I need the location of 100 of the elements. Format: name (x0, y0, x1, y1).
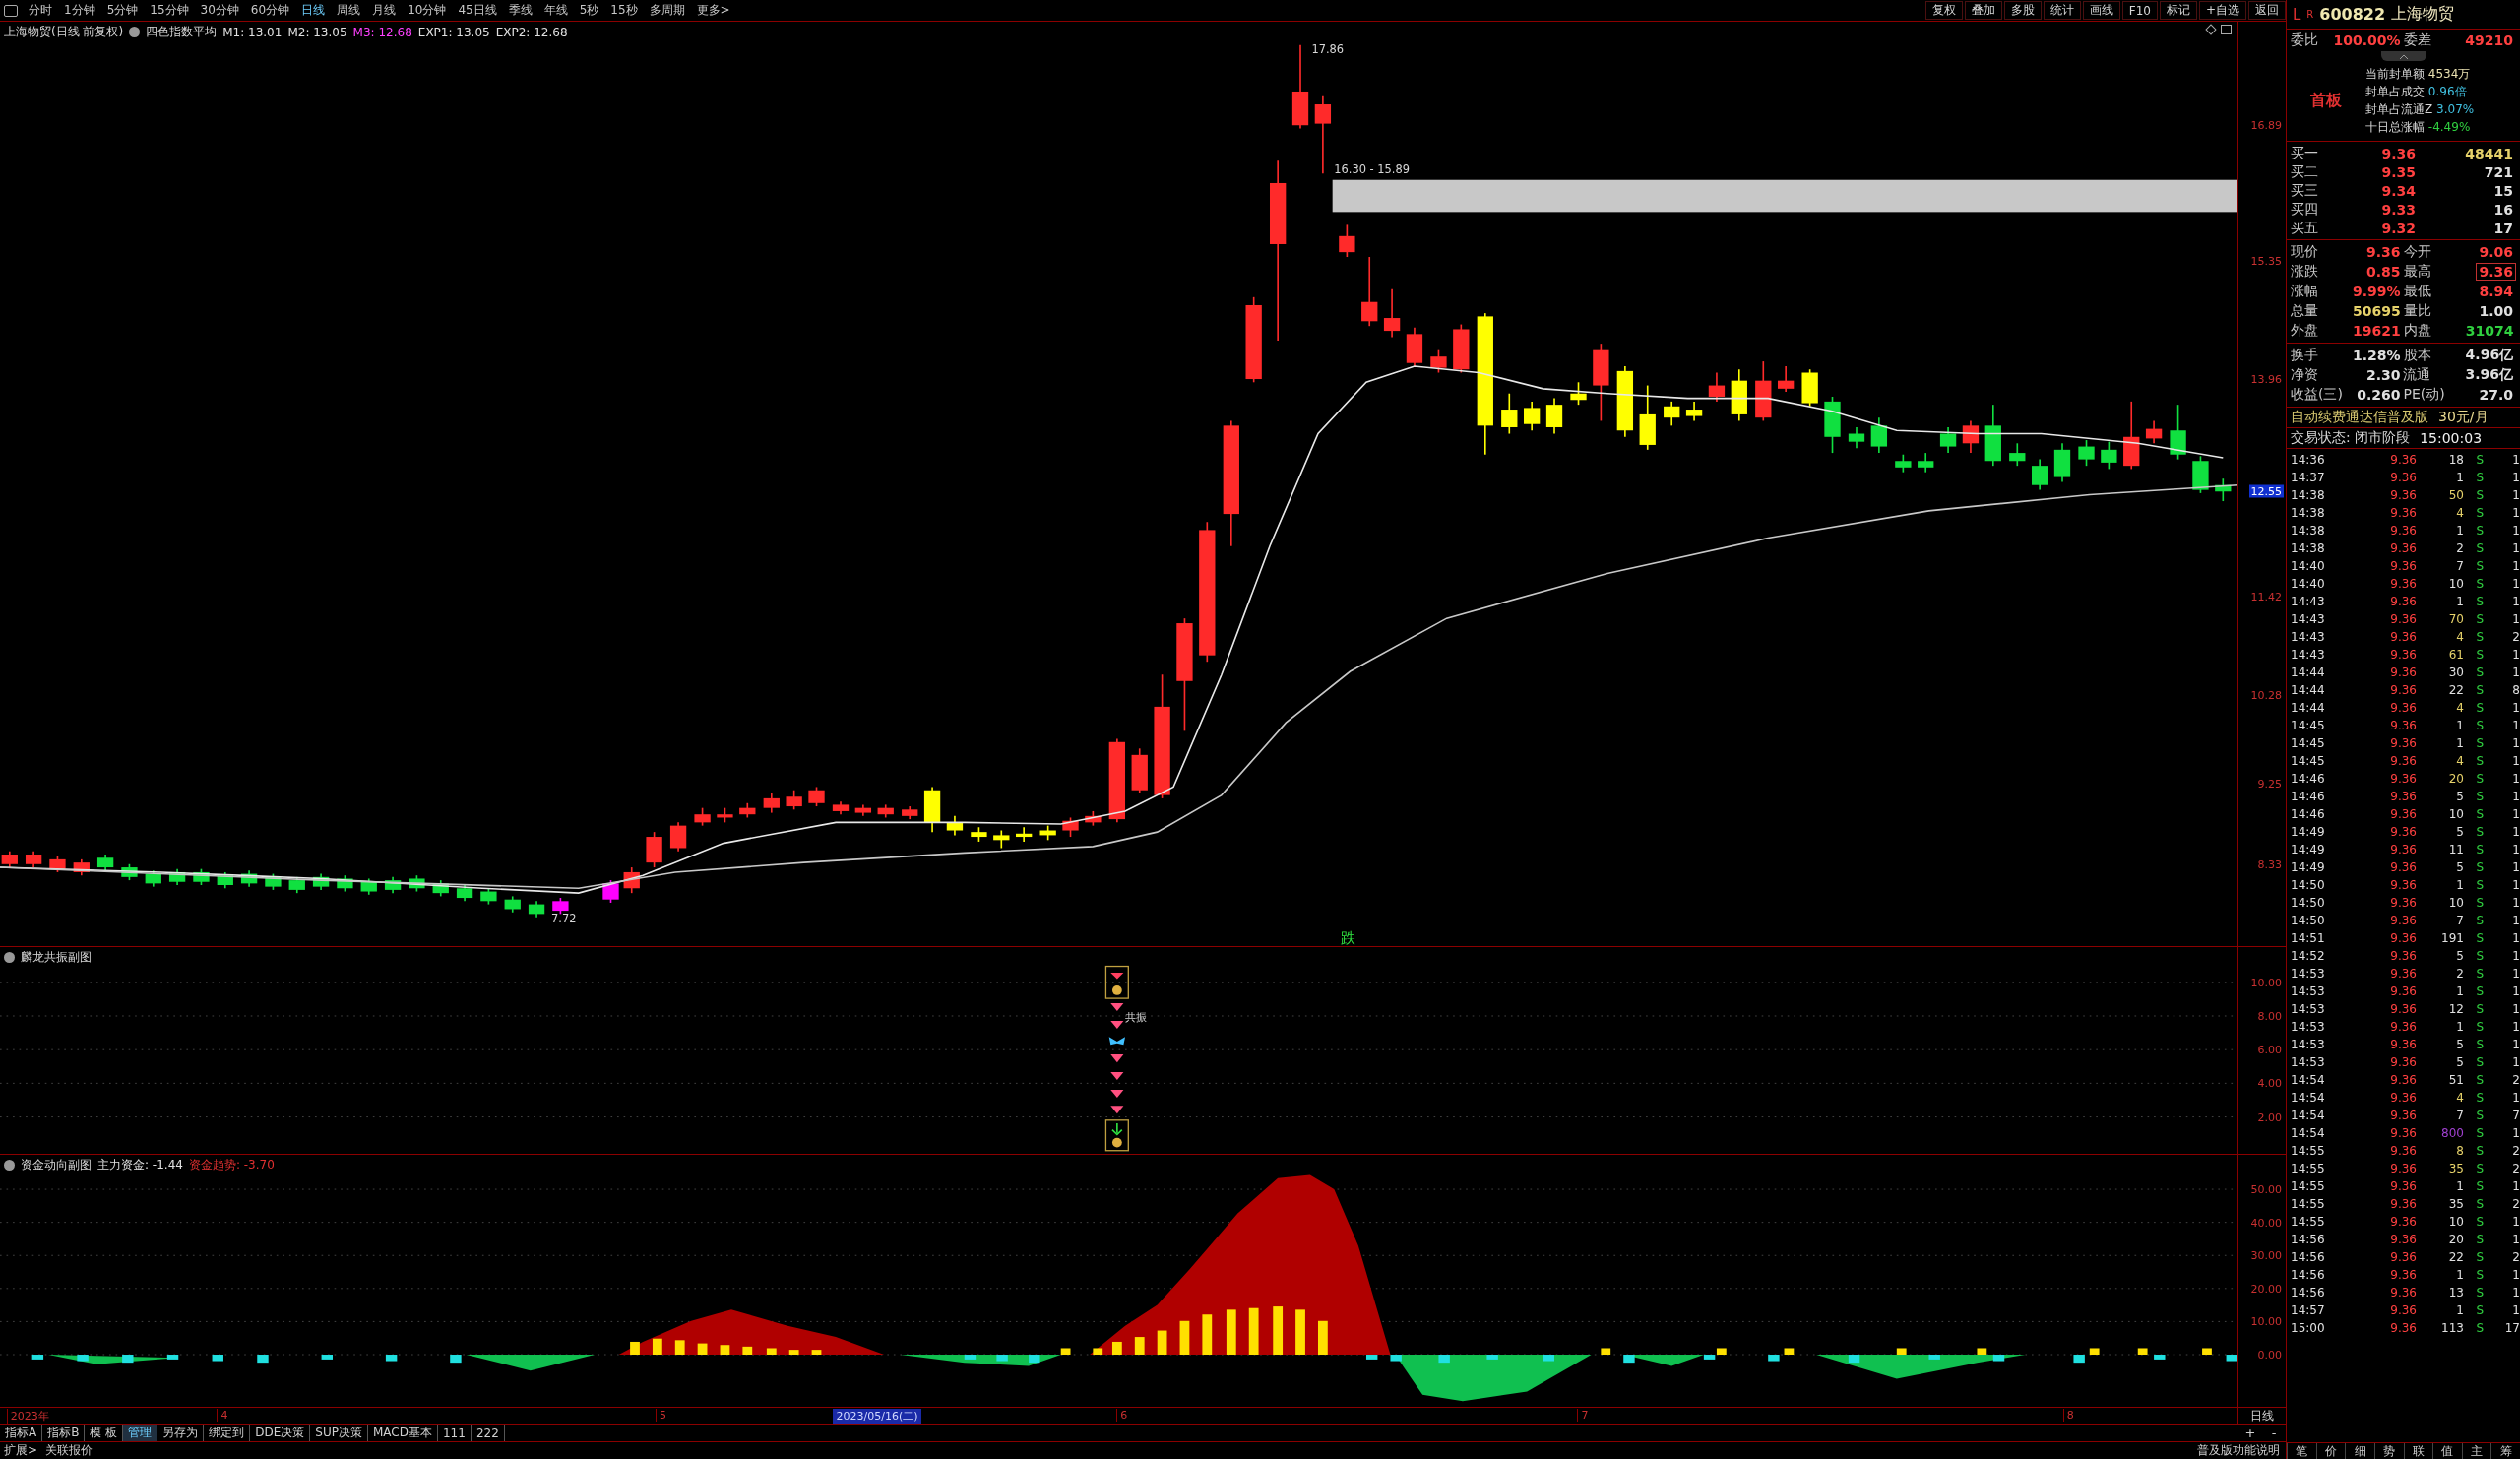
date-label: 8 (2062, 1409, 2077, 1422)
period-tab[interactable]: 5分钟 (101, 2, 144, 19)
trade-price: 9.36 (2389, 1321, 2417, 1335)
trade-price: 9.36 (2389, 967, 2417, 981)
trade-count: 1 (2511, 488, 2520, 502)
toolbar-button[interactable]: 多股 (2003, 1, 2042, 20)
period-tab[interactable]: 多周期 (644, 2, 690, 19)
board-tag: 首板 (2287, 91, 2365, 111)
outflow-bar (1029, 1355, 1040, 1364)
trade-side: S (2475, 541, 2484, 555)
outflow-bar (1365, 1355, 1378, 1360)
trade-volume: 11 (2447, 843, 2464, 856)
field-label: 收益(三) (2291, 386, 2344, 404)
candlestick (1131, 747, 1148, 794)
candlestick (1545, 397, 1563, 435)
period-tab[interactable]: 1分钟 (59, 2, 100, 19)
field-value: 0.85 (2364, 263, 2402, 281)
toolbar-button[interactable]: +自选 (2198, 1, 2246, 20)
dropdown-icon[interactable] (129, 27, 141, 37)
trade-side: S (2475, 1073, 2484, 1087)
period-tab[interactable]: 30分钟 (195, 2, 244, 19)
trade-time: 14:43 (2291, 612, 2326, 626)
trade-count: 1 (2511, 719, 2520, 732)
trade-time: 14:55 (2291, 1179, 2326, 1193)
candlestick (2123, 401, 2140, 471)
toolbar-button[interactable]: 统计 (2043, 1, 2081, 20)
bid-price: 9.36 (2380, 144, 2417, 162)
trade-time: 14:53 (2291, 984, 2326, 998)
trade-side: S (2475, 807, 2484, 821)
trade-side: S (2475, 984, 2484, 998)
trade-side: S (2475, 1268, 2484, 1282)
toolbar-button[interactable]: 标记 (2159, 1, 2197, 20)
inflow-bar (1093, 1348, 1103, 1355)
period-tab[interactable]: 60分钟 (245, 2, 295, 19)
indicator-tab[interactable]: 管理 (123, 1425, 158, 1441)
more-button[interactable]: 更多> (691, 2, 735, 19)
trade-count: 2 (2511, 1073, 2520, 1087)
candlestick (2192, 455, 2209, 494)
period-tab[interactable]: 15分钟 (145, 2, 194, 19)
trade-side: S (2475, 471, 2484, 484)
candlestick (96, 854, 114, 872)
trade-time: 14:54 (2291, 1109, 2326, 1122)
axis-label: 15.35 (2249, 254, 2283, 268)
trade-price: 9.36 (2389, 896, 2417, 910)
candlestick (832, 800, 850, 816)
trade-time: 14:38 (2291, 506, 2326, 520)
signal-label: 共振 (1125, 1009, 1148, 1024)
candlestick (409, 874, 425, 893)
trade-volume: 10 (2447, 577, 2464, 591)
status-item[interactable]: 扩展> (4, 1442, 38, 1459)
period-tab[interactable]: 年线 (538, 2, 573, 19)
period-tab[interactable]: 季线 (503, 2, 537, 19)
trade-volume: 5 (2455, 1038, 2464, 1051)
zoom-button[interactable]: - (2262, 1425, 2286, 1441)
trade-time: 14:49 (2291, 825, 2326, 839)
toolbar-button[interactable]: 画线 (2082, 1, 2120, 20)
period-tab[interactable]: 日线 (296, 2, 331, 19)
bid-label: 买二 (2291, 162, 2319, 181)
field-label: 净资 (2291, 366, 2319, 384)
period-tab[interactable]: 5秒 (574, 2, 604, 19)
outflow-bar (2154, 1355, 2166, 1360)
trade-count: 1 (2511, 896, 2520, 910)
help-link[interactable]: 普及版功能说明 (2197, 1442, 2280, 1459)
toolbar-button[interactable]: 叠加 (1964, 1, 2002, 20)
dropdown-icon[interactable] (4, 952, 15, 963)
trade-time: 15:00 (2291, 1321, 2326, 1335)
panel-icon[interactable] (2221, 25, 2232, 34)
trade-price: 9.36 (2389, 1073, 2417, 1087)
inflow-bar (720, 1345, 730, 1355)
status-item[interactable]: 关联报价 (45, 1442, 94, 1459)
trade-count: 1 (2511, 1215, 2520, 1229)
trade-volume: 22 (2447, 1250, 2464, 1264)
period-tab[interactable]: 周线 (332, 2, 366, 19)
period-tab[interactable]: 15秒 (605, 2, 643, 19)
toolbar-button[interactable]: 复权 (1924, 1, 1963, 20)
inflow-bar (1601, 1348, 1611, 1355)
period-tab[interactable]: 分时 (24, 2, 57, 19)
toolbar-button[interactable]: 返回 (2248, 1, 2286, 20)
bid-volume: 721 (2483, 162, 2514, 181)
toolbar-button[interactable]: F10 (2121, 1, 2158, 20)
candlestick (1639, 384, 1656, 451)
trade-price: 9.36 (2389, 860, 2417, 874)
trade-price: 9.36 (2389, 612, 2417, 626)
zoom-button[interactable]: + (2238, 1425, 2262, 1441)
candlestick (217, 871, 233, 890)
bid-label: 买四 (2291, 200, 2319, 219)
trade-price: 9.36 (2389, 471, 2417, 484)
inflow-bar (1248, 1307, 1259, 1355)
period-tab[interactable]: 10分钟 (403, 2, 452, 19)
trade-volume: 5 (2455, 790, 2464, 803)
trade-count: 1 (2511, 595, 2520, 608)
trade-side: S (2475, 1286, 2484, 1300)
bid-label: 买三 (2291, 181, 2319, 200)
window-icon[interactable] (4, 4, 18, 17)
trade-price: 9.36 (2389, 1303, 2417, 1317)
dropdown-icon[interactable] (4, 1160, 15, 1171)
axis-label: 13.96 (2249, 372, 2283, 386)
period-tab[interactable]: 月线 (367, 2, 402, 19)
trade-time: 14:44 (2291, 683, 2326, 697)
period-tab[interactable]: 45日线 (453, 2, 502, 19)
